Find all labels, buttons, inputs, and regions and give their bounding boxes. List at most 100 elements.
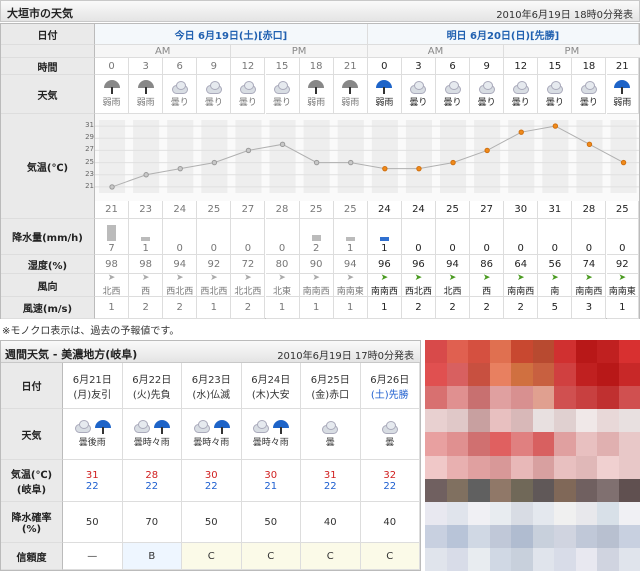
precip-value: 1 bbox=[347, 243, 354, 254]
hour-cell: 12 bbox=[504, 58, 539, 75]
mosaic-tile bbox=[532, 478, 554, 502]
weekly-reliability-cell: C bbox=[360, 543, 420, 570]
umbrella-icon bbox=[307, 80, 325, 94]
wind-dir-text: 北西 bbox=[443, 287, 462, 297]
mosaic-tile bbox=[446, 524, 468, 548]
humidity-value: 64 bbox=[504, 255, 539, 274]
temp-value: 25 bbox=[299, 201, 334, 219]
label-text: 気温(℃) bbox=[10, 469, 53, 481]
row-label-time: 時間 bbox=[1, 58, 95, 75]
temp-point bbox=[382, 165, 388, 172]
pm-label: PM bbox=[504, 45, 640, 58]
weather-cell: 弱雨 bbox=[299, 75, 334, 114]
mosaic-tile bbox=[532, 524, 554, 548]
temp-value: 25 bbox=[606, 201, 639, 219]
wind-speed-value: 5 bbox=[538, 297, 573, 319]
mosaic-tile bbox=[554, 547, 576, 571]
pixelated-ad-image[interactable] bbox=[425, 340, 640, 571]
mosaic-tile bbox=[554, 432, 576, 456]
weather-text: 曇り bbox=[579, 97, 598, 108]
mosaic-tile bbox=[597, 386, 619, 410]
cloud-rain-icon bbox=[192, 420, 231, 434]
temp-value: 24 bbox=[401, 201, 436, 219]
wind-speed-value: 2 bbox=[470, 297, 505, 319]
wind-dir-cell: ➤ 南南西 bbox=[367, 273, 402, 297]
mosaic-tile bbox=[489, 455, 511, 479]
precip-bar bbox=[107, 225, 116, 241]
weather-text: 弱雨 bbox=[307, 98, 326, 108]
weather-text: 曇り bbox=[273, 97, 292, 108]
reliability-value: C bbox=[267, 550, 275, 562]
precip-cell: 0 bbox=[401, 219, 436, 255]
weekly-issued: 2010年6月19日 17時0分発表 bbox=[277, 351, 414, 362]
wind-speed-value: 1 bbox=[367, 297, 402, 319]
wind-dir-text: 西北西 bbox=[404, 287, 432, 297]
weekly-weather-text: 曇時々雨 bbox=[193, 438, 230, 448]
mosaic-tile bbox=[575, 363, 597, 387]
temp-point bbox=[518, 129, 524, 135]
cloud-rain-icon bbox=[251, 420, 290, 434]
humidity-value: 98 bbox=[95, 255, 130, 274]
pop-value: 50 bbox=[85, 516, 99, 528]
hour-cell: 9 bbox=[197, 58, 232, 75]
wind-dir-text: 西 bbox=[141, 287, 151, 297]
date-text: 6月22日 bbox=[132, 374, 172, 386]
mosaic-tile bbox=[511, 501, 533, 525]
temp-point bbox=[348, 159, 354, 166]
mosaic-tile bbox=[554, 340, 576, 364]
weather-text: 弱雨 bbox=[613, 98, 632, 108]
weekly-reliability-cell: — bbox=[63, 543, 123, 570]
wind-dir-cell: ➤ 南南東 bbox=[333, 273, 368, 297]
temp-value: 25 bbox=[436, 201, 471, 219]
weather-cell: 曇り bbox=[436, 75, 471, 114]
weekly-reliability-cell: B bbox=[122, 543, 182, 570]
weekly-reliability-cell: C bbox=[241, 543, 301, 570]
hour-cell: 18 bbox=[299, 58, 334, 75]
mosaic-tile bbox=[618, 340, 640, 364]
cloud-icon bbox=[272, 80, 292, 94]
wind-dir-cell: ➤ 南南西 bbox=[299, 273, 334, 297]
weekly-title: 週間天気 - 美濃地方(岐阜) bbox=[5, 348, 138, 361]
mosaic-tile bbox=[618, 386, 640, 410]
wind-dir-text: 南南西 bbox=[370, 287, 398, 297]
temperature-chart bbox=[95, 114, 639, 201]
wind-dir-text: 北東 bbox=[273, 287, 292, 297]
reliability-value: — bbox=[87, 550, 98, 562]
weekly-weather-cell: 曇時々雨 bbox=[241, 409, 301, 460]
precip-value: 0 bbox=[176, 243, 183, 254]
weather-cell: 曇り bbox=[265, 75, 300, 114]
weekly-pop-cell: 70 bbox=[122, 502, 182, 543]
wind-dir-cell: ➤ 南南東 bbox=[606, 273, 639, 297]
high-temp: 31 bbox=[85, 469, 99, 481]
wind-speed-value: 1 bbox=[95, 297, 130, 319]
label-text: 日付 bbox=[21, 382, 42, 393]
mosaic-tile bbox=[511, 455, 533, 479]
row-label-humidity: 湿度(%) bbox=[1, 255, 95, 274]
mosaic-tile bbox=[618, 409, 640, 433]
pop-value: 40 bbox=[323, 516, 337, 528]
today-header: 今日 6月19日(土)[赤口] bbox=[95, 24, 368, 45]
weekly-weather-text: 曇時々雨 bbox=[252, 438, 289, 448]
umbrella-icon bbox=[103, 80, 121, 94]
cloud-icon bbox=[170, 80, 190, 94]
precip-cell: 0 bbox=[504, 219, 539, 255]
umbrella-icon bbox=[137, 80, 155, 94]
weather-cell: 曇り bbox=[538, 75, 573, 114]
temp-axis-tick: 31 bbox=[85, 121, 94, 130]
wind-dir-text: 北西 bbox=[102, 287, 121, 297]
temp-value: 31 bbox=[538, 201, 573, 219]
temp-value: 24 bbox=[163, 201, 198, 219]
chart-column-band bbox=[99, 120, 126, 193]
wind-arrow-icon: ➤ bbox=[175, 273, 184, 283]
temp-value: 25 bbox=[333, 201, 368, 219]
weekly-date-cell: 6月23日 (水)仏滅 bbox=[182, 363, 242, 409]
mosaic-tile bbox=[532, 409, 554, 433]
mosaic-tile bbox=[425, 455, 447, 479]
temp-value: 25 bbox=[197, 201, 232, 219]
mosaic-tile bbox=[554, 524, 576, 548]
mosaic-tile bbox=[446, 455, 468, 479]
wind-arrow-icon: ➤ bbox=[482, 273, 491, 283]
mosaic-tile bbox=[597, 455, 619, 479]
mosaic-tile bbox=[468, 547, 490, 571]
humidity-value: 94 bbox=[436, 255, 471, 274]
